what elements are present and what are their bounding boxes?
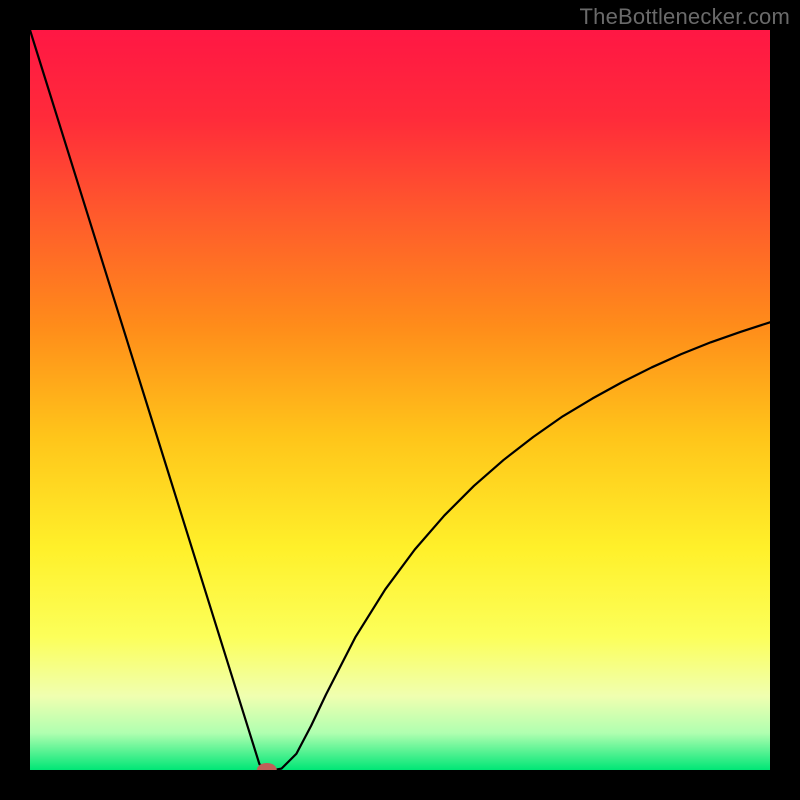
watermark: TheBottlenecker.com bbox=[580, 4, 790, 30]
gradient-background bbox=[30, 30, 770, 770]
chart-frame: TheBottlenecker.com bbox=[0, 0, 800, 800]
plot-area bbox=[30, 30, 770, 770]
bottleneck-chart bbox=[30, 30, 770, 770]
